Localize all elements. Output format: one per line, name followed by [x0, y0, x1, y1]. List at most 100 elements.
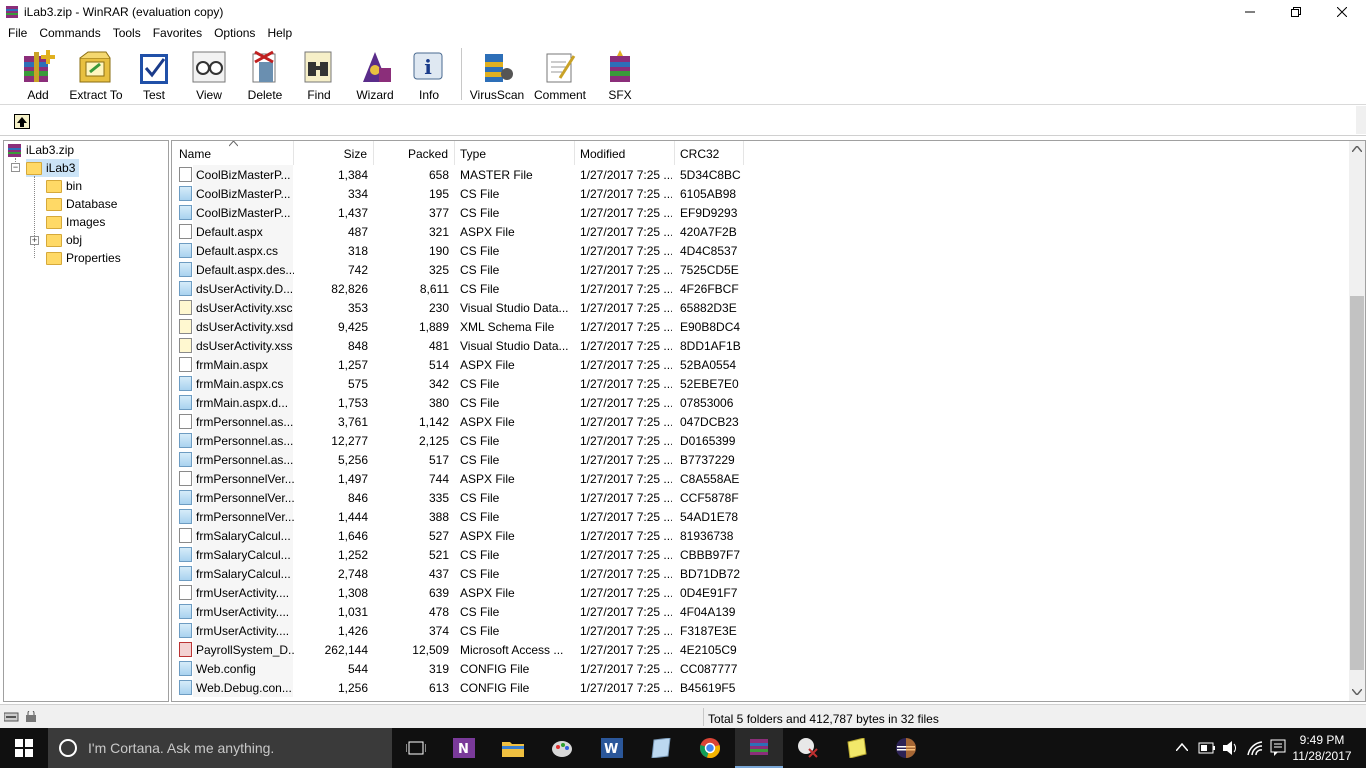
file-row[interactable]: CoolBizMasterP... 1,437 377 CS File 1/27/201…	[172, 203, 1349, 222]
file-row[interactable]: dsUserActivity.xsc 353 230 Visual Studio Da…	[172, 298, 1349, 317]
file-packed: 374	[428, 624, 449, 638]
file-size: 1,753	[337, 396, 368, 410]
notepad-taskbar-button[interactable]	[637, 728, 685, 768]
file-row[interactable]: frmPersonnelVer... 1,497 744 ASPX File 1/27/…	[172, 469, 1349, 488]
menu-tools[interactable]: Tools	[107, 24, 147, 43]
file-row[interactable]: PayrollSystem_D... 262,144 12,509 Microsoft…	[172, 640, 1349, 659]
menu-favorites[interactable]: Favorites	[147, 24, 208, 43]
eclipse-taskbar-button[interactable]	[882, 728, 930, 768]
file-row[interactable]: frmPersonnelVer... 846 335 CS File 1/27/2017…	[172, 488, 1349, 507]
file-row[interactable]: dsUserActivity.xsd 9,425 1,889 XML Schema F…	[172, 317, 1349, 336]
battery-icon[interactable]	[1198, 740, 1216, 756]
path-scroll[interactable]	[1356, 106, 1366, 134]
file-row[interactable]: frmSalaryCalcul... 1,252 521 CS File 1/27/20…	[172, 545, 1349, 564]
file-row[interactable]: frmUserActivity.... 1,031 478 CS File 1/27/2…	[172, 602, 1349, 621]
file-row[interactable]: dsUserActivity.xss 848 481 Visual Studio Da…	[172, 336, 1349, 355]
file-row[interactable]: Default.aspx.des... 742 325 CS File 1/27/201…	[172, 260, 1349, 279]
file-size: 1,252	[337, 548, 368, 562]
column-name[interactable]: Name	[172, 141, 294, 165]
file-list[interactable]: Name Size Packed Type Modified CRC32 Coo…	[171, 140, 1366, 702]
file-row[interactable]: frmMain.aspx.cs 575 342 CS File 1/27/2017 7:…	[172, 374, 1349, 393]
file-explorer-taskbar-button[interactable]	[489, 728, 537, 768]
tree-node-ilab3[interactable]: iLab3	[26, 159, 80, 177]
file-row[interactable]: Web.config 544 319 CONFIG File 1/27/2017 7:2…	[172, 659, 1349, 678]
task-view-button[interactable]	[392, 728, 440, 768]
file-row[interactable]: CoolBizMasterP... 334 195 CS File 1/27/2017 …	[172, 184, 1349, 203]
file-row[interactable]: frmMain.aspx.d... 1,753 380 CS File 1/27/201…	[172, 393, 1349, 412]
restore-button[interactable]	[1273, 0, 1319, 24]
paint-taskbar-button[interactable]	[538, 728, 586, 768]
view-button[interactable]: View	[181, 46, 237, 102]
volume-icon[interactable]	[1222, 740, 1240, 756]
file-row[interactable]: dsUserActivity.D... 82,826 8,611 CS File 1/2…	[172, 279, 1349, 298]
sticky-notes-taskbar-button[interactable]	[833, 728, 881, 768]
add-button[interactable]: Add	[10, 46, 66, 102]
delete-button[interactable]: Delete	[237, 46, 293, 102]
snipping-tool-taskbar-button[interactable]	[784, 728, 832, 768]
tree-node-bin[interactable]: bin	[46, 177, 82, 195]
menu-commands[interactable]: Commands	[33, 24, 106, 43]
menu-options[interactable]: Options	[208, 24, 261, 43]
tree-node-database[interactable]: Database	[46, 195, 117, 213]
file-size: 1,308	[337, 586, 368, 600]
scroll-up-icon[interactable]	[1352, 146, 1362, 152]
file-row[interactable]: frmPersonnel.as... 5,256 517 CS File 1/27/20…	[172, 450, 1349, 469]
wizard-button[interactable]: Wizard	[347, 46, 403, 102]
start-button[interactable]	[0, 728, 48, 768]
file-row[interactable]: frmPersonnel.as... 3,761 1,142 ASPX File 1/2…	[172, 412, 1349, 431]
file-name: CoolBizMasterP...	[196, 168, 291, 182]
file-packed: 342	[428, 377, 449, 391]
action-center-icon[interactable]	[1270, 739, 1286, 757]
file-row[interactable]: Web.Debug.con... 1,256 613 CONFIG File 1/27/…	[172, 678, 1349, 697]
wifi-icon[interactable]	[1246, 740, 1264, 756]
sfx-button[interactable]: SFX	[592, 46, 648, 102]
tree-node-obj[interactable]: obj	[46, 231, 82, 249]
winrar-taskbar-button[interactable]	[735, 728, 783, 768]
show-hidden-icons-icon[interactable]	[1176, 743, 1188, 751]
minimize-button[interactable]	[1227, 0, 1273, 24]
virusscan-button[interactable]: VirusScan	[469, 46, 525, 102]
status-divider	[703, 708, 704, 726]
file-row[interactable]: frmUserActivity.... 1,426 374 CS File 1/27/2…	[172, 621, 1349, 640]
column-type[interactable]: Type	[455, 141, 575, 165]
file-row[interactable]: frmSalaryCalcul... 1,646 527 ASPX File 1/27/…	[172, 526, 1349, 545]
scroll-down-icon[interactable]	[1352, 689, 1362, 695]
tree-node-properties[interactable]: Properties	[46, 249, 121, 267]
path-field[interactable]	[36, 111, 1356, 133]
collapse-icon[interactable]: −	[11, 163, 20, 172]
close-button[interactable]	[1319, 0, 1365, 24]
menu-file[interactable]: File	[2, 24, 33, 43]
comment-button[interactable]: Comment	[532, 46, 588, 102]
system-clock[interactable]: 9:49 PM 11/28/2017	[1290, 732, 1354, 764]
file-row[interactable]: CoolBizMasterP... 1,384 658 MASTER File 1/27…	[172, 165, 1349, 184]
tree-node-label: bin	[66, 179, 83, 193]
file-name: dsUserActivity.D...	[196, 282, 294, 296]
up-one-level-button[interactable]	[14, 114, 30, 129]
chrome-taskbar-button[interactable]	[686, 728, 734, 768]
column-crc32[interactable]: CRC32	[675, 141, 744, 165]
file-packed: 613	[428, 681, 449, 695]
file-row[interactable]: Default.aspx 487 321 ASPX File 1/27/2017 7:2…	[172, 222, 1349, 241]
scrollbar-thumb[interactable]	[1350, 296, 1364, 670]
file-row[interactable]: frmMain.aspx 1,257 514 ASPX File 1/27/2017 7…	[172, 355, 1349, 374]
column-packed[interactable]: Packed	[374, 141, 455, 165]
tree-node-images[interactable]: Images	[46, 213, 105, 231]
test-button[interactable]: Test	[126, 46, 182, 102]
file-row[interactable]: frmUserActivity.... 1,308 639 ASPX File 1/27…	[172, 583, 1349, 602]
cs-file-icon	[179, 680, 192, 695]
column-size[interactable]: Size	[294, 141, 374, 165]
onenote-taskbar-button[interactable]: N	[440, 728, 488, 768]
folder-tree[interactable]: iLab3.zip − iLab3 bin Database Images + …	[3, 140, 169, 702]
word-taskbar-button[interactable]: W	[588, 728, 636, 768]
tree-node-root[interactable]: iLab3.zip	[7, 141, 74, 159]
file-row[interactable]: frmPersonnel.as... 12,277 2,125 CS File 1/27…	[172, 431, 1349, 450]
find-button[interactable]: Find	[291, 46, 347, 102]
menu-help[interactable]: Help	[261, 24, 298, 43]
file-row[interactable]: frmSalaryCalcul... 2,748 437 CS File 1/27/20…	[172, 564, 1349, 583]
extract-to-button[interactable]: Extract To	[68, 46, 124, 102]
expand-icon[interactable]: +	[30, 236, 39, 245]
file-row[interactable]: Default.aspx.cs 318 190 CS File 1/27/2017 7:…	[172, 241, 1349, 260]
file-row[interactable]: frmPersonnelVer... 1,444 388 CS File 1/27/20…	[172, 507, 1349, 526]
info-button[interactable]: i Info	[401, 46, 457, 102]
column-modified[interactable]: Modified	[575, 141, 675, 165]
